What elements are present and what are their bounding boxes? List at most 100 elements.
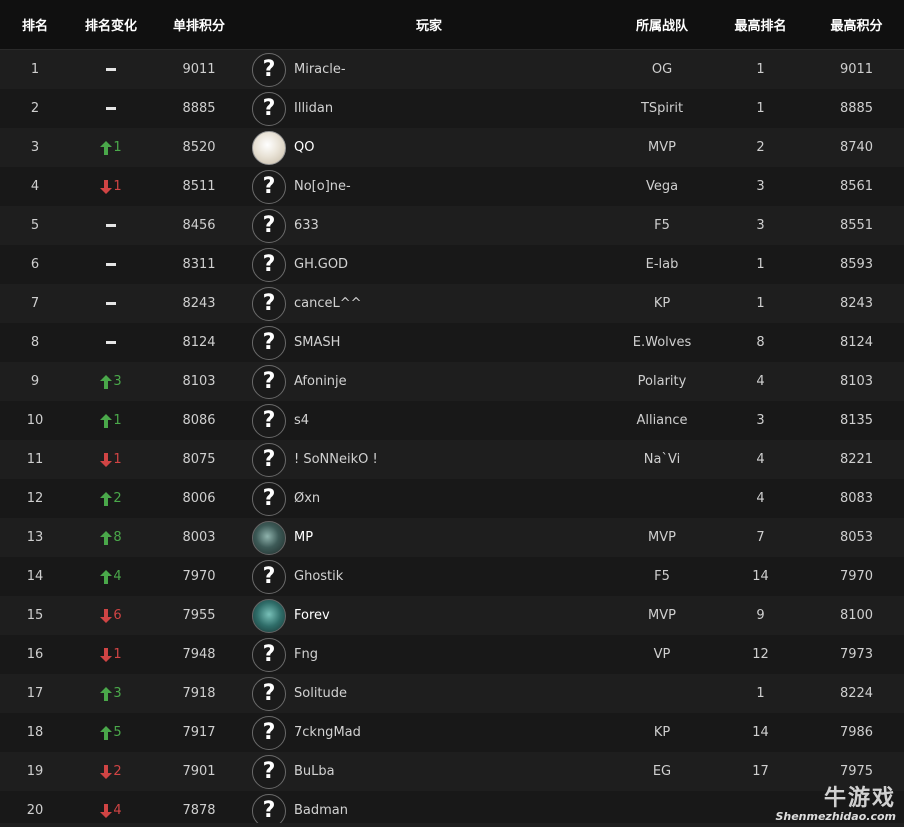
- player-name-link[interactable]: MP: [294, 530, 313, 545]
- player-name-link[interactable]: Afoninje: [294, 374, 347, 389]
- table-row[interactable]: 3 1 8520 QO MVP 2 8740: [0, 128, 904, 167]
- arrow-up-icon: [100, 569, 113, 584]
- question-mark-avatar[interactable]: ?: [252, 52, 286, 87]
- rank-change-value: 1: [113, 647, 122, 662]
- rank-change: 1: [100, 452, 122, 467]
- question-mark-avatar[interactable]: ?: [252, 286, 286, 321]
- header-rank-change[interactable]: 排名变化: [70, 0, 152, 49]
- player-cell[interactable]: ? canceL^^: [246, 284, 612, 323]
- header-player[interactable]: 玩家: [246, 0, 612, 49]
- player-name-link[interactable]: Miracle-: [294, 62, 346, 77]
- player-cell[interactable]: MP: [246, 518, 612, 557]
- table-row[interactable]: 11 1 8075?! SoNNeikO ! Na`Vi 4 8221: [0, 440, 904, 479]
- table-row[interactable]: 12 2 8006? Øxn 4 8083: [0, 479, 904, 518]
- rank-cell: 5: [30, 218, 40, 233]
- team-cell: E.Wolves: [632, 335, 692, 350]
- table-row[interactable]: 13 8 8003 MP MVP 7 8053: [0, 518, 904, 557]
- player-name-link[interactable]: 633: [294, 218, 319, 233]
- header-team[interactable]: 所属战队: [612, 0, 712, 49]
- arrow-up-icon: [100, 686, 113, 701]
- best-score-cell: 8124: [839, 335, 874, 350]
- player-name-link[interactable]: SMASH: [294, 335, 340, 350]
- player-cell[interactable]: ? Fng: [246, 635, 612, 674]
- question-mark-avatar[interactable]: ?: [252, 403, 286, 438]
- player-cell[interactable]: ? Illidan: [246, 89, 612, 128]
- player-name-link[interactable]: Øxn: [294, 491, 320, 506]
- question-mark-avatar[interactable]: ?: [252, 91, 286, 126]
- question-mark-avatar[interactable]: ?: [252, 637, 286, 672]
- question-mark-avatar[interactable]: ?: [252, 169, 286, 204]
- player-name-link[interactable]: BuLba: [294, 764, 335, 779]
- player-name-link[interactable]: QO: [294, 140, 314, 155]
- player-cell[interactable]: ? GH.GOD: [246, 245, 612, 284]
- question-mark-avatar[interactable]: ?: [252, 325, 286, 360]
- player-name-link[interactable]: ! SoNNeikO !: [294, 452, 378, 467]
- rank-change: 2: [100, 764, 122, 779]
- question-mark-avatar[interactable]: ?: [252, 208, 286, 243]
- question-mark-avatar[interactable]: ?: [252, 442, 286, 477]
- player-cell[interactable]: Forev: [246, 596, 612, 635]
- player-cell[interactable]: ? ! SoNNeikO !: [246, 440, 612, 479]
- player-name-link[interactable]: Solitude: [294, 686, 347, 701]
- question-mark-avatar[interactable]: ?: [252, 481, 286, 516]
- player-cell[interactable]: ? SMASH: [246, 323, 612, 362]
- table-row[interactable]: 1 9011? Miracle- OG 1 9011: [0, 50, 904, 89]
- player-cell[interactable]: ? Ghostik: [246, 557, 612, 596]
- player-cell[interactable]: ? 7ckngMad: [246, 713, 612, 752]
- player-cell[interactable]: ? Afoninje: [246, 362, 612, 401]
- table-row[interactable]: 15 6 7955 Forev MVP 9 8100: [0, 596, 904, 635]
- player-cell[interactable]: ? s4: [246, 401, 612, 440]
- table-row[interactable]: 16 1 7948? Fng VP 12 7973: [0, 635, 904, 674]
- player-cell[interactable]: ? No[o]ne-: [246, 167, 612, 206]
- question-mark-avatar[interactable]: ?: [252, 559, 286, 594]
- player-cell[interactable]: ? Øxn: [246, 479, 612, 518]
- player-cell[interactable]: ? Solitude: [246, 674, 612, 713]
- question-mark-avatar[interactable]: ?: [252, 364, 286, 399]
- player-photo-avatar[interactable]: [252, 520, 286, 555]
- team-cell: Polarity: [637, 374, 687, 389]
- player-photo-avatar[interactable]: [252, 130, 286, 165]
- table-row[interactable]: 17 3 7918? Solitude 1 8224: [0, 674, 904, 713]
- table-row[interactable]: 18 5 7917? 7ckngMad KP 14 7986: [0, 713, 904, 752]
- table-row[interactable]: 5 8456? 633 F5 3 8551: [0, 206, 904, 245]
- watermark-logo: 牛游戏 Shenmezhidao.com: [754, 783, 904, 827]
- rank-change: 3: [100, 374, 122, 389]
- player-name-link[interactable]: Ghostik: [294, 569, 343, 584]
- header-best-score[interactable]: 最高积分: [809, 0, 904, 49]
- player-name-link[interactable]: No[o]ne-: [294, 179, 351, 194]
- player-cell[interactable]: ? 633: [246, 206, 612, 245]
- player-name-link[interactable]: Badman: [294, 803, 348, 818]
- player-name-link[interactable]: Forev: [294, 608, 330, 623]
- rank-cell: 9: [30, 374, 40, 389]
- player-photo-avatar[interactable]: [252, 598, 286, 633]
- player-cell[interactable]: ? BuLba: [246, 752, 612, 791]
- question-mark-avatar[interactable]: ?: [252, 715, 286, 750]
- table-row[interactable]: 10 1 8086? s4 Alliance 3 8135: [0, 401, 904, 440]
- question-mark-avatar[interactable]: ?: [252, 793, 286, 827]
- table-row[interactable]: 2 8885? Illidan TSpirit 1 8885: [0, 89, 904, 128]
- table-row[interactable]: 6 8311? GH.GOD E-lab 1 8593: [0, 245, 904, 284]
- table-row[interactable]: 4 1 8511? No[o]ne- Vega 3 8561: [0, 167, 904, 206]
- player-cell[interactable]: ? Badman: [246, 791, 612, 827]
- player-name-link[interactable]: GH.GOD: [294, 257, 348, 272]
- arrow-up-icon: [100, 413, 113, 428]
- question-mark-avatar[interactable]: ?: [252, 676, 286, 711]
- player-name-link[interactable]: Fng: [294, 647, 318, 662]
- table-row[interactable]: 14 4 7970? Ghostik F5 14 7970: [0, 557, 904, 596]
- player-name-link[interactable]: 7ckngMad: [294, 725, 361, 740]
- header-best-rank[interactable]: 最高排名: [712, 0, 809, 49]
- table-row[interactable]: 8 8124? SMASH E.Wolves 8 8124: [0, 323, 904, 362]
- player-name-link[interactable]: Illidan: [294, 101, 333, 116]
- player-cell[interactable]: ? Miracle-: [246, 50, 612, 89]
- player-cell[interactable]: QO: [246, 128, 612, 167]
- arrow-up-icon: [100, 725, 113, 740]
- header-rank[interactable]: 排名: [0, 0, 70, 49]
- player-name-link[interactable]: s4: [294, 413, 309, 428]
- question-mark-avatar[interactable]: ?: [252, 247, 286, 282]
- player-name-link[interactable]: canceL^^: [294, 296, 362, 311]
- header-solo-score[interactable]: 单排积分: [152, 0, 246, 49]
- table-row[interactable]: 7 8243? canceL^^ KP 1 8243: [0, 284, 904, 323]
- question-mark-avatar[interactable]: ?: [252, 754, 286, 789]
- table-row[interactable]: 9 3 8103? Afoninje Polarity 4 8103: [0, 362, 904, 401]
- rank-change-value: 4: [113, 803, 122, 818]
